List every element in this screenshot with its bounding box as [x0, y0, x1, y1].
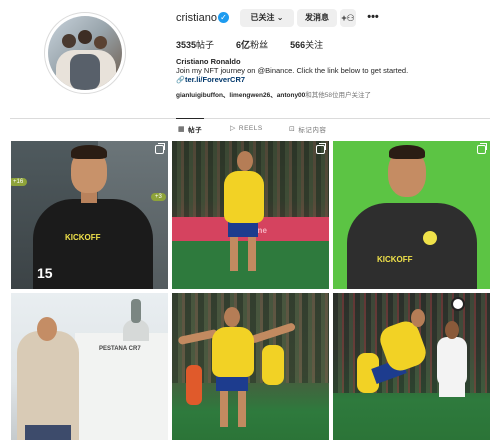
posts-count[interactable]: 3535帖子	[176, 38, 214, 51]
profile-tabs: ▦ 帖子 ▷ REELS ⊡ 标记内容	[10, 118, 490, 140]
tile-number: 15	[37, 265, 53, 281]
bio-text: Join my NFT journey on @Binance. Click t…	[176, 66, 409, 75]
profile-header: cristiano ✓ 已关注 ⌄ 发消息 +⚇ ••• 3535帖子 6亿粉丝…	[0, 0, 500, 112]
tab-tagged[interactable]: ⊡ 标记内容	[289, 124, 326, 134]
profile-stats: 3535帖子 6亿粉丝 566关注	[176, 38, 323, 51]
reel-icon	[316, 143, 326, 154]
followed-by[interactable]: gianluigibuffon、limengwen26、antony00和其他5…	[176, 89, 371, 99]
post-tile[interactable]: KICKOFF	[333, 141, 490, 289]
reels-icon: ▷	[230, 125, 236, 132]
bio-link[interactable]: 🔗ter.li/ForeverCR7	[176, 75, 245, 84]
link-icon: 🔗	[176, 77, 185, 84]
post-tile[interactable]: Airline	[172, 141, 329, 289]
add-user-icon[interactable]: +⚇	[340, 9, 356, 27]
reel-icon	[155, 143, 165, 154]
username: cristiano	[176, 12, 217, 24]
post-tile[interactable]: KICKOFF +16 +3 15	[11, 141, 168, 289]
full-name: Cristiano Ronaldo	[176, 57, 241, 66]
profile-avatar[interactable]	[44, 12, 126, 94]
tab-posts[interactable]: ▦ 帖子	[175, 118, 205, 134]
tile-pill: +16	[11, 178, 28, 186]
message-button[interactable]: 发消息	[297, 9, 337, 27]
avatar-image	[48, 16, 122, 90]
post-tile[interactable]	[333, 293, 490, 440]
tile-sign-text: PESTANA CR7	[99, 346, 141, 352]
following-count[interactable]: 566关注	[290, 38, 323, 51]
post-tile[interactable]	[172, 293, 329, 440]
followers-count[interactable]: 6亿粉丝	[236, 38, 268, 51]
more-options-icon[interactable]: •••	[366, 9, 380, 27]
tagged-icon: ⊡	[289, 126, 296, 133]
reel-icon	[477, 143, 487, 154]
tab-reels[interactable]: ▷ REELS	[230, 124, 263, 133]
following-button[interactable]: 已关注 ⌄	[240, 9, 294, 27]
grid-icon: ▦	[178, 126, 186, 133]
verified-badge-icon: ✓	[218, 12, 229, 23]
tile-logo-text: KICKOFF	[65, 233, 101, 242]
tile-logo-text: KICKOFF	[377, 255, 413, 264]
tile-pill: +3	[151, 193, 166, 201]
post-tile[interactable]: PESTANA CR7	[11, 293, 168, 440]
